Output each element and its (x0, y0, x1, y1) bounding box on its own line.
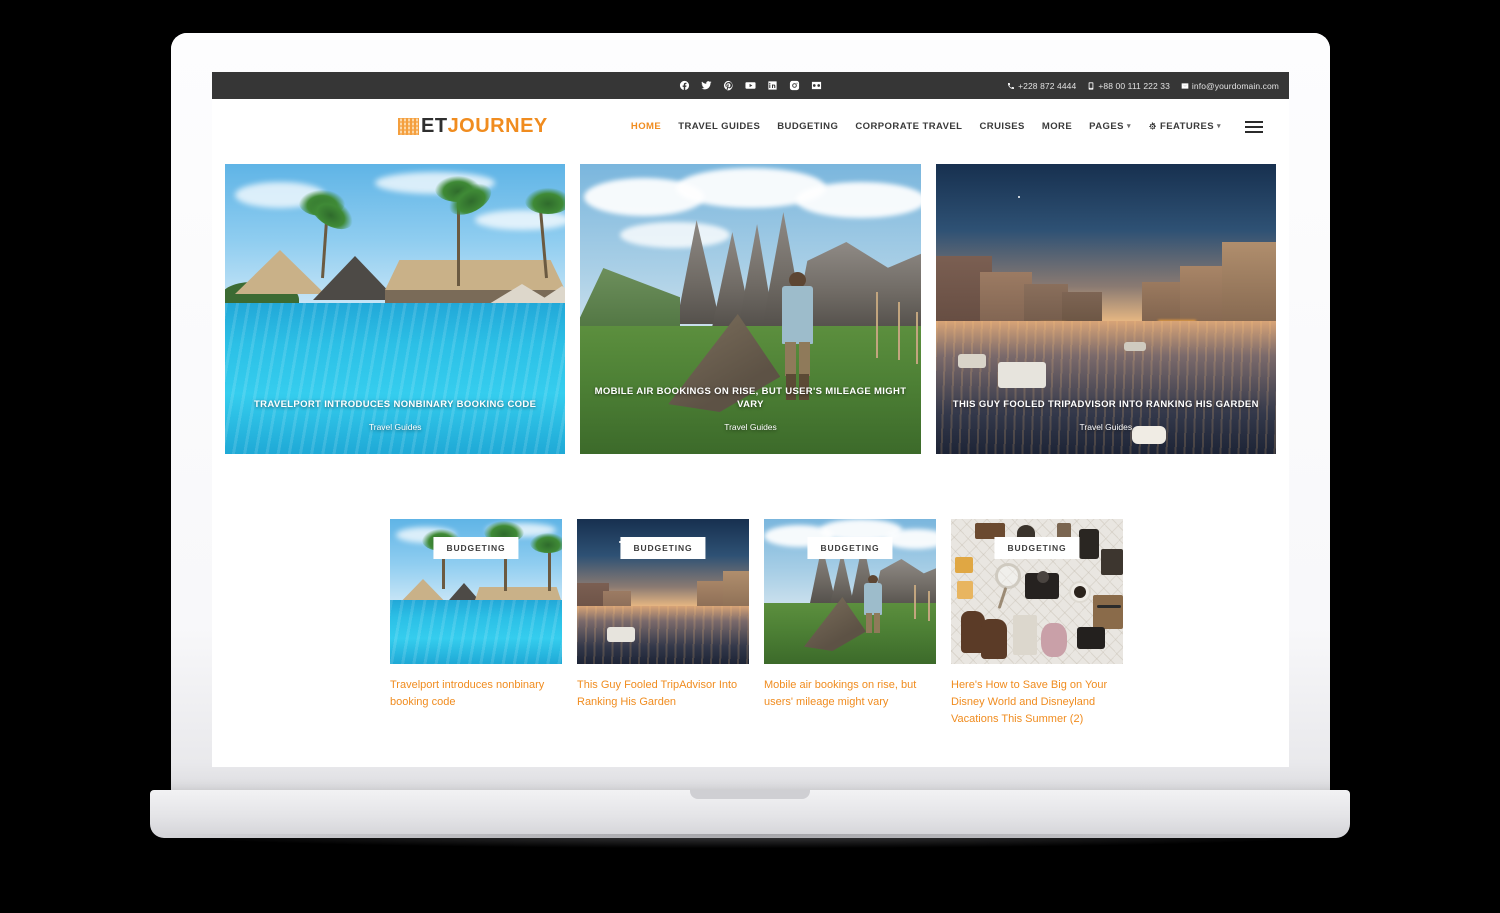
nav-label: MORE (1041, 121, 1073, 132)
hero-title: MOBILE AIR BOOKINGS ON RISE, BUT USER'S … (594, 386, 907, 410)
nav-item-pages[interactable]: PAGES ▾ (1089, 121, 1131, 132)
browser-viewport: +228 872 4444 +88 00 111 222 33 info@you… (212, 72, 1289, 767)
contact-mobile[interactable]: +88 00 111 222 33 (1087, 81, 1170, 91)
nav-item-travel-guides[interactable]: TRAVEL GUIDES (678, 121, 760, 132)
card-title[interactable]: This Guy Fooled TripAdvisor Into Ranking… (577, 677, 749, 711)
mobile-icon (1089, 81, 1094, 90)
brand-name: ETJOURNEY (421, 115, 548, 138)
main-navigation: HOME TRAVEL GUIDES BUDGETING CORPORATE T… (631, 120, 1263, 133)
hero-caption-3: THIS GUY FOOLED TRIPADVISOR INTO RANKING… (936, 399, 1276, 432)
post-card-1[interactable]: BUDGETING Travelport introduces nonbinar… (390, 519, 562, 728)
nav-item-home[interactable]: HOME (631, 121, 661, 132)
et-logo-mark-icon (398, 118, 419, 135)
hamburger-icon[interactable] (1245, 120, 1263, 133)
chevron-down-icon: ▾ (1126, 123, 1131, 130)
hero-caption-1: TRAVELPORT INTRODUCES NONBINARY BOOKING … (225, 399, 565, 432)
card-badge[interactable]: BUDGETING (807, 537, 893, 559)
card-title[interactable]: Here's How to Save Big on Your Disney Wo… (951, 677, 1123, 728)
nav-item-budgeting[interactable]: BUDGETING (777, 121, 838, 132)
envelope-icon (1181, 82, 1189, 89)
laptop-base-lip (690, 790, 810, 799)
pinterest-icon[interactable] (723, 80, 734, 91)
card-badge[interactable]: BUDGETING (620, 537, 706, 559)
brand-logo[interactable]: ETJOURNEY (398, 115, 548, 138)
social-links (679, 80, 822, 91)
hero-slide-3[interactable]: THIS GUY FOOLED TRIPADVISOR INTO RANKING… (935, 164, 1276, 454)
card-image-dolomites-hiker: BUDGETING (764, 519, 936, 664)
nav-item-more[interactable]: MORE (1042, 121, 1072, 132)
facebook-icon[interactable] (679, 80, 690, 91)
nav-item-features[interactable]: FEATURES ▾ (1148, 121, 1221, 132)
hero-category: Travel Guides (1079, 422, 1133, 432)
hero-category: Travel Guides (368, 422, 422, 432)
contact-phone-text: +228 872 4444 (1018, 80, 1077, 91)
hero-title: THIS GUY FOOLED TRIPADVISOR INTO RANKING… (952, 398, 1259, 410)
hero-slider: TRAVELPORT INTRODUCES NONBINARY BOOKING … (212, 164, 1289, 454)
post-card-3[interactable]: BUDGETING Mobile air bookings on rise, b… (764, 519, 936, 728)
laptop-shadow (165, 834, 1335, 848)
phone-icon (1008, 82, 1015, 89)
youtube-icon[interactable] (745, 80, 756, 91)
topbar: +228 872 4444 +88 00 111 222 33 info@you… (212, 72, 1289, 99)
instagram-icon[interactable] (789, 80, 800, 91)
card-badge[interactable]: BUDGETING (433, 537, 519, 559)
hero-slide-1[interactable]: TRAVELPORT INTRODUCES NONBINARY BOOKING … (225, 164, 566, 454)
laptop-mockup: +228 872 4444 +88 00 111 222 33 info@you… (0, 0, 1500, 913)
linkedin-icon[interactable] (767, 80, 778, 91)
nav-item-cruises[interactable]: CRUISES (979, 121, 1024, 132)
nav-item-corporate-travel[interactable]: CORPORATE TRAVEL (855, 121, 962, 132)
card-image-tropical-resort-pool: BUDGETING (390, 519, 562, 664)
nav-label: FEATURES (1159, 121, 1215, 132)
hero-title: TRAVELPORT INTRODUCES NONBINARY BOOKING … (254, 398, 537, 410)
flickr-icon[interactable] (811, 80, 822, 91)
nav-label: CRUISES (979, 121, 1025, 132)
contact-email-text: info@yourdomain.com (1191, 80, 1279, 91)
nav-label: TRAVEL GUIDES (678, 121, 761, 132)
contact-email[interactable]: info@yourdomain.com (1181, 81, 1279, 91)
gear-icon (1149, 122, 1156, 130)
card-title[interactable]: Travelport introduces nonbinary booking … (390, 677, 562, 711)
card-image-venice-canal-dusk: BUDGETING (577, 519, 749, 664)
laptop-base (150, 790, 1350, 838)
post-card-4[interactable]: BUDGETING Here's How to Save Big on Your… (951, 519, 1123, 728)
contact-mobile-text: +88 00 111 222 33 (1098, 80, 1170, 91)
brand-name-journey: JOURNEY (447, 115, 548, 137)
site-header: ETJOURNEY HOME TRAVEL GUIDES BUDGETING C… (212, 99, 1289, 154)
hero-caption-2: MOBILE AIR BOOKINGS ON RISE, BUT USER'S … (580, 386, 920, 432)
nav-label: BUDGETING (777, 121, 839, 132)
card-image-travel-flatlay: BUDGETING (951, 519, 1123, 664)
chevron-down-icon: ▾ (1217, 123, 1221, 130)
post-card-2[interactable]: BUDGETING This Guy Fooled TripAdvisor In… (577, 519, 749, 728)
twitter-icon[interactable] (701, 80, 712, 91)
card-badge[interactable]: BUDGETING (994, 537, 1080, 559)
hero-slide-2[interactable]: MOBILE AIR BOOKINGS ON RISE, BUT USER'S … (580, 164, 921, 454)
card-title[interactable]: Mobile air bookings on rise, but users' … (764, 677, 936, 711)
contact-info: +228 872 4444 +88 00 111 222 33 info@you… (1007, 72, 1279, 99)
contact-phone[interactable]: +228 872 4444 (1007, 81, 1076, 91)
nav-label: HOME (630, 121, 662, 132)
nav-label: PAGES (1089, 121, 1124, 132)
brand-name-et: ET (421, 115, 448, 137)
hero-category: Travel Guides (724, 422, 777, 432)
post-cards-grid: BUDGETING Travelport introduces nonbinar… (212, 519, 1289, 728)
nav-label: CORPORATE TRAVEL (855, 121, 963, 132)
